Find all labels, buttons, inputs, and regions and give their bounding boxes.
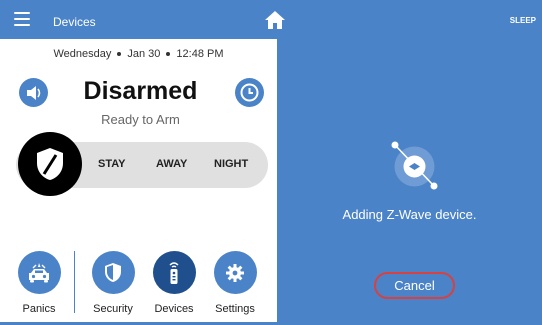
- separator-dot: [166, 52, 171, 57]
- shield-icon: [91, 251, 135, 294]
- right-panel: Adding Z-Wave device. Cancel: [277, 39, 542, 325]
- clock-icon: [240, 83, 259, 102]
- date: Jan 30: [127, 48, 161, 60]
- nav-devices[interactable]: Devices: [144, 251, 204, 315]
- cancel-button[interactable]: Cancel: [374, 272, 455, 299]
- nav-settings[interactable]: Settings: [205, 251, 265, 315]
- arm-substatus: Ready to Arm: [101, 112, 180, 127]
- zwave-icon: [387, 139, 442, 194]
- remote-icon: [152, 251, 196, 294]
- nav-label: Settings: [215, 303, 255, 315]
- nav-divider: [74, 251, 75, 313]
- arm-away-option[interactable]: AWAY: [156, 158, 187, 170]
- weekday: Wednesday: [53, 48, 112, 60]
- date-time: Wednesday Jan 30 12:48 PM: [0, 48, 277, 60]
- gear-icon: [213, 251, 257, 294]
- home-icon[interactable]: [263, 8, 287, 32]
- page-title: Devices: [53, 15, 96, 29]
- status-message: Adding Z-Wave device.: [342, 207, 477, 222]
- top-bar: Devices SLEEP: [0, 0, 542, 39]
- police-car-icon: [17, 251, 61, 294]
- moon-icon: [498, 15, 504, 26]
- sleep-label: SLEEP: [509, 16, 536, 25]
- arm-stay-option[interactable]: STAY: [98, 158, 126, 170]
- clock-button[interactable]: [235, 78, 264, 107]
- arm-night-option[interactable]: NIGHT: [214, 158, 248, 170]
- nav-label: Devices: [154, 303, 194, 315]
- disarm-shield-knob[interactable]: [18, 132, 82, 196]
- nav-panics[interactable]: Panics: [9, 251, 69, 315]
- nav-label: Security: [93, 303, 133, 315]
- left-panel: Wednesday Jan 30 12:48 PM Disarmed Ready t…: [0, 39, 277, 325]
- shield-icon: [37, 148, 63, 180]
- hamburger-menu-icon[interactable]: [14, 12, 30, 26]
- separator-dot: [117, 52, 122, 57]
- nav-security[interactable]: Security: [83, 251, 143, 315]
- sleep-button[interactable]: SLEEP: [496, 15, 536, 26]
- time: 12:48 PM: [176, 48, 224, 60]
- nav-label: Panics: [22, 303, 56, 315]
